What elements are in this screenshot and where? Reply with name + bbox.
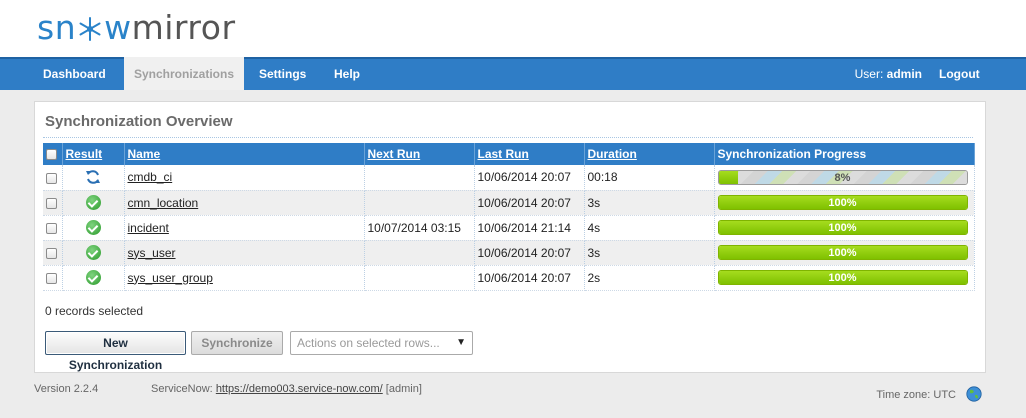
row-checkbox[interactable] (46, 197, 57, 209)
progress-label: 100% (828, 197, 857, 209)
next-run (364, 165, 475, 191)
user-name: admin (886, 67, 922, 81)
progress-bar: 100% (717, 195, 968, 210)
version-label: Version 2.2.4 (34, 383, 99, 395)
last-run: 10/06/2014 20:07 (474, 190, 585, 216)
select-all-cell (43, 143, 63, 165)
last-run: 10/06/2014 21:14 (474, 215, 585, 241)
snowflake-icon (79, 17, 101, 41)
next-run: 10/07/2014 03:15 (364, 215, 475, 241)
new-synchronization-button[interactable]: New Synchronization (45, 331, 186, 372)
table-row: cmn_location 10/06/2014 20:07 3s 100% (43, 190, 975, 216)
user-prefix: User: (854, 67, 884, 81)
synchronize-button[interactable]: Synchronize (191, 331, 283, 355)
sync-icon (86, 170, 100, 185)
app-header: sn wmirror (0, 0, 1026, 57)
col-progress: Synchronization Progress (714, 143, 975, 165)
last-run: 10/06/2014 20:07 (474, 240, 585, 266)
table-row: sys_user_group 10/06/2014 20:07 2s 100% (43, 265, 975, 291)
nav-settings[interactable]: Settings (259, 59, 306, 90)
col-name[interactable]: Name (128, 147, 161, 161)
col-last-run[interactable]: Last Run (478, 147, 529, 161)
logo-text-start: sn (37, 8, 77, 47)
last-run: 10/06/2014 20:07 (474, 265, 585, 291)
last-run: 10/06/2014 20:07 (474, 165, 585, 191)
col-next-run[interactable]: Next Run (368, 147, 421, 161)
logout-link[interactable]: Logout (939, 59, 980, 90)
row-checkbox[interactable] (46, 272, 57, 284)
row-actions-placeholder: Actions on selected rows... (297, 336, 440, 350)
servicenow-link[interactable]: https://demo003.service-now.com/ (216, 383, 383, 395)
col-duration[interactable]: Duration (588, 147, 637, 161)
table-row: incident 10/07/2014 03:15 10/06/2014 21:… (43, 215, 975, 241)
duration: 3s (584, 240, 715, 266)
servicenow-user: [admin] (385, 383, 422, 395)
col-result[interactable]: Result (66, 147, 103, 161)
timezone-label: Time zone: UTC (876, 389, 956, 401)
servicenow-info: ServiceNow: https://demo003.service-now.… (151, 383, 422, 395)
progress-label: 8% (834, 171, 851, 184)
duration: 3s (584, 190, 715, 216)
next-run (364, 265, 475, 291)
sync-table: Result Name Next Run Last Run Duration S… (43, 143, 975, 291)
nav-dashboard[interactable]: Dashboard (43, 59, 106, 90)
duration: 2s (584, 265, 715, 291)
current-user: User: admin (855, 59, 922, 90)
success-icon (85, 270, 101, 286)
logo-text-w: w (104, 8, 132, 47)
row-actions-select[interactable]: Actions on selected rows... ▼ (290, 331, 473, 355)
table-header: Result Name Next Run Last Run Duration S… (43, 143, 975, 165)
row-checkbox[interactable] (46, 172, 57, 184)
progress-bar: 100% (717, 245, 968, 260)
success-icon (85, 220, 101, 236)
nav-synchronizations[interactable]: Synchronizations (124, 57, 245, 90)
sync-name-link[interactable]: sys_user_group (128, 271, 213, 285)
next-run (364, 190, 475, 216)
page-title: Synchronization Overview (45, 113, 233, 130)
sync-name-link[interactable]: incident (128, 221, 169, 235)
progress-bar: 100% (717, 270, 968, 285)
progress-bar: 100% (717, 220, 968, 235)
progress-label: 100% (828, 222, 857, 234)
nav-help[interactable]: Help (334, 59, 360, 90)
success-icon (85, 245, 101, 261)
row-checkbox[interactable] (46, 247, 57, 259)
snowmirror-logo[interactable]: sn wmirror (37, 8, 236, 48)
logo-text-end: mirror (131, 8, 236, 47)
sync-name-link[interactable]: cmdb_ci (128, 170, 173, 184)
success-icon (85, 195, 101, 211)
duration: 00:18 (584, 165, 715, 191)
dropdown-arrow-icon: ▼ (456, 337, 466, 348)
row-checkbox[interactable] (46, 222, 57, 234)
title-divider (43, 137, 973, 138)
sync-name-link[interactable]: sys_user (128, 246, 176, 260)
table-row: cmdb_ci 10/06/2014 20:07 00:18 8% (43, 165, 975, 191)
select-all-checkbox[interactable] (46, 149, 57, 161)
progress-label: 100% (828, 247, 857, 259)
servicenow-label: ServiceNow: (151, 383, 213, 395)
progress-label: 100% (828, 272, 857, 284)
next-run (364, 240, 475, 266)
sync-name-link[interactable]: cmn_location (128, 196, 199, 210)
overview-panel: Synchronization Overview Result Name Nex… (34, 101, 986, 373)
main-nav: Dashboard Synchronizations Settings Help… (0, 57, 1026, 90)
records-selected: 0 records selected (45, 304, 144, 318)
globe-icon[interactable] (966, 386, 982, 402)
progress-bar: 8% (717, 169, 968, 185)
duration: 4s (584, 215, 715, 241)
table-row: sys_user 10/06/2014 20:07 3s 100% (43, 240, 975, 266)
